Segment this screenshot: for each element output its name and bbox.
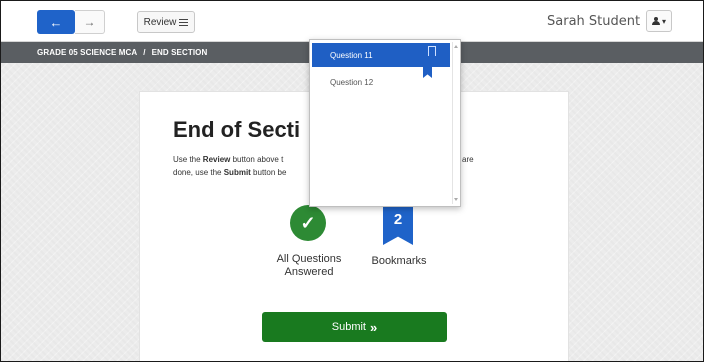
instructions-review-word: Review: [202, 155, 231, 164]
list-icon: [179, 18, 189, 26]
instructions-fragment: Use the: [173, 155, 203, 164]
bookmark-outline-icon: [428, 46, 436, 56]
checkmark-glyph: ✓: [300, 212, 316, 233]
review-item-question-12[interactable]: Question 12: [312, 70, 450, 94]
top-toolbar: ← → Review Sarah Student ▾: [1, 1, 703, 42]
breadcrumb-section: END SECTION: [151, 48, 208, 57]
user-name: Sarah Student: [547, 14, 641, 29]
review-item-label: Question 11: [330, 50, 373, 60]
submit-button-label: Submit: [331, 321, 366, 333]
bookmark-count: 2: [393, 211, 403, 228]
all-answered-label: All Questions Answered: [276, 253, 342, 278]
checkmark-icon: ✓: [290, 205, 326, 241]
instructions-submit-word: Submit: [223, 168, 251, 177]
forward-button[interactable]: →: [75, 10, 105, 34]
app-frame: ← → Review Sarah Student ▾ GRADE 05 SCIE…: [0, 0, 704, 362]
submit-button[interactable]: Submit »: [262, 312, 447, 342]
bookmarks-label: Bookmarks: [371, 255, 427, 267]
user-icon: [651, 17, 660, 25]
instructions-fragment: done, use the: [173, 168, 224, 177]
review-item-question-11[interactable]: Question 11: [312, 43, 450, 67]
breadcrumb-separator: /: [143, 48, 146, 57]
dropdown-scrollbar[interactable]: [452, 42, 458, 204]
instructions-fragment: button be: [250, 168, 287, 177]
breadcrumb-test-name: GRADE 05 SCIENCE MCA: [37, 48, 138, 57]
back-button[interactable]: ←: [37, 10, 75, 34]
arrow-left-icon: ←: [49, 14, 63, 30]
review-dropdown: Question 11 Question 12: [309, 39, 461, 207]
page-title: End of Secti: [173, 117, 301, 142]
chevron-down-icon: ▾: [661, 16, 666, 26]
review-button-label: Review: [143, 16, 177, 28]
double-chevron-right-icon: »: [370, 319, 378, 335]
arrow-right-icon: →: [83, 15, 96, 29]
instructions-fragment: button above t: [230, 155, 284, 164]
user-menu-button[interactable]: ▾: [646, 10, 672, 32]
review-button[interactable]: Review: [137, 11, 195, 33]
review-item-label: Question 12: [330, 77, 374, 87]
